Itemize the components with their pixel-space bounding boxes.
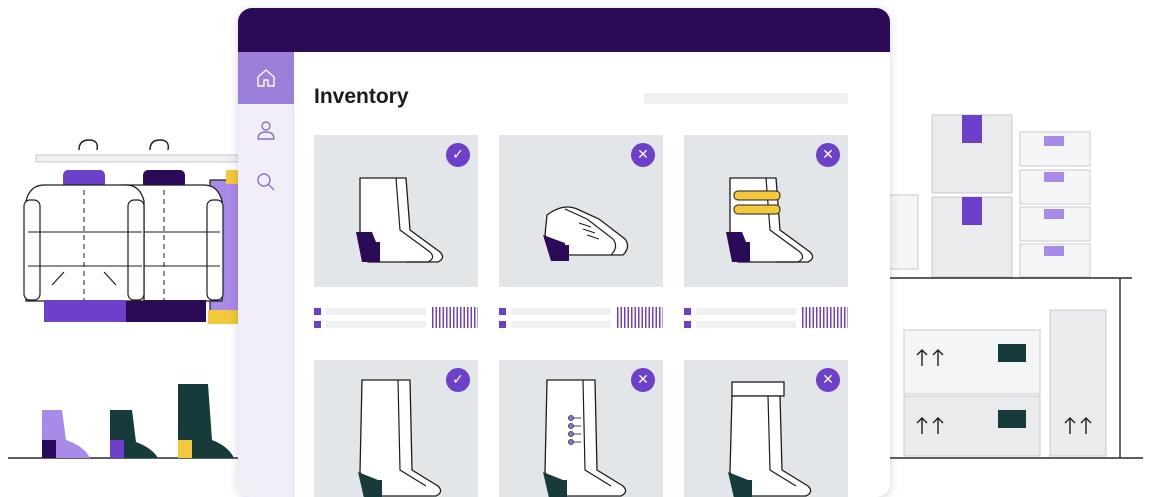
shelf-boxes-illustration	[867, 114, 1132, 458]
product-meta	[684, 307, 848, 329]
sidebar-item-home[interactable]	[238, 52, 294, 104]
inventory-app-window: Inventory ✓ ✕ ✕ ✓ ✕ ✕	[238, 8, 890, 497]
rejected-badge[interactable]: ✕	[816, 368, 840, 392]
page-title: Inventory	[314, 85, 409, 108]
product-meta	[499, 307, 663, 329]
product-card[interactable]: ✕	[684, 135, 848, 287]
barcode	[432, 307, 478, 328]
floor-boots-illustration	[42, 384, 234, 458]
rejected-badge[interactable]: ✕	[631, 143, 655, 167]
rejected-badge[interactable]: ✕	[816, 143, 840, 167]
barcode	[802, 307, 848, 328]
home-icon	[257, 69, 275, 87]
barcode	[617, 307, 663, 328]
product-card[interactable]: ✕	[499, 360, 663, 497]
product-meta	[314, 307, 478, 329]
sidebar-item-profile[interactable]	[238, 104, 294, 156]
approved-badge[interactable]: ✓	[446, 368, 470, 392]
main-content: Inventory ✓ ✕ ✕ ✓ ✕ ✕	[294, 52, 890, 497]
product-card[interactable]: ✕	[499, 135, 663, 287]
rejected-badge[interactable]: ✕	[631, 368, 655, 392]
approved-badge[interactable]: ✓	[446, 143, 470, 167]
sidebar-item-search[interactable]	[238, 156, 294, 208]
search-icon	[257, 173, 275, 191]
clothing-rack-illustration	[23, 139, 243, 324]
product-card[interactable]: ✓	[314, 135, 478, 287]
title-bar	[238, 8, 890, 52]
user-icon	[257, 121, 275, 140]
search-input[interactable]	[644, 93, 848, 104]
sidebar	[238, 52, 294, 497]
product-card[interactable]: ✕	[684, 360, 848, 497]
product-card[interactable]: ✓	[314, 360, 478, 497]
